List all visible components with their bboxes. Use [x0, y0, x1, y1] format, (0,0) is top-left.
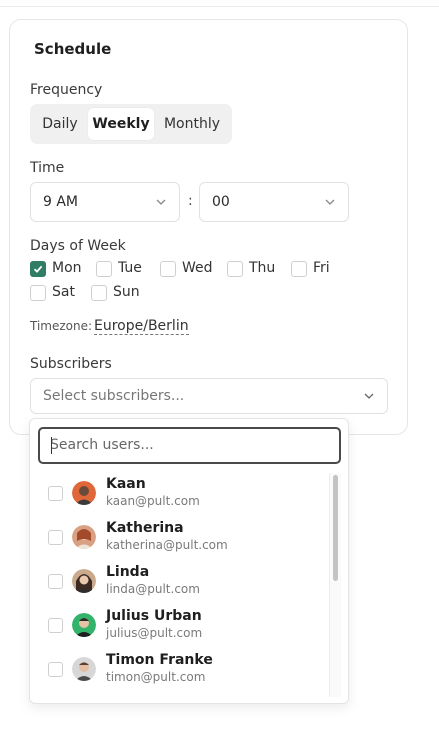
timezone-value-link[interactable]: Europe/Berlin — [94, 318, 189, 335]
user-email: julius@pult.com — [106, 626, 203, 640]
avatar — [72, 525, 96, 549]
day-label: Wed — [182, 260, 213, 276]
user-option-julius-urban[interactable]: Julius Urban julius@pult.com — [30, 603, 330, 647]
user-option-kaan[interactable]: Kaan kaan@pult.com — [30, 471, 330, 515]
checkbox[interactable] — [96, 261, 112, 277]
frequency-option-monthly[interactable]: Monthly — [156, 108, 228, 140]
days-label: Days of Week — [30, 238, 126, 254]
day-label: Sun — [113, 284, 140, 300]
checkbox[interactable] — [160, 261, 176, 277]
checkbox[interactable] — [30, 285, 46, 301]
time-separator: : — [188, 193, 193, 209]
avatar — [72, 613, 96, 637]
top-divider — [0, 6, 439, 7]
chevron-down-icon — [364, 393, 374, 399]
subscribers-dropdown: Kaan kaan@pult.com Katherina katherina@p… — [29, 418, 349, 704]
scrollbar[interactable] — [329, 473, 341, 697]
frequency-option-daily[interactable]: Daily — [34, 108, 86, 140]
user-option-katherina[interactable]: Katherina katherina@pult.com — [30, 515, 330, 559]
check-icon — [33, 265, 43, 273]
frequency-segmented-control: Daily Weekly Monthly — [30, 104, 232, 144]
subscribers-label: Subscribers — [30, 356, 112, 372]
day-label: Fri — [313, 260, 330, 276]
chevron-down-icon — [325, 199, 335, 205]
scrollbar-thumb[interactable] — [333, 475, 338, 581]
user-name: Katherina — [106, 520, 184, 536]
schedule-card: Schedule Frequency Daily Weekly Monthly … — [9, 19, 408, 435]
chevron-down-icon — [156, 199, 166, 205]
subscribers-select[interactable]: Select subscribers... — [30, 378, 388, 414]
user-name: Timon Franke — [106, 652, 213, 668]
checkbox[interactable] — [48, 662, 63, 677]
user-name: Kaan — [106, 476, 146, 492]
timezone-label: Timezone: — [30, 319, 93, 333]
subscribers-placeholder: Select subscribers... — [43, 388, 185, 404]
checkbox[interactable] — [48, 618, 63, 633]
user-name: Linda — [106, 564, 150, 580]
frequency-option-weekly[interactable]: Weekly — [88, 108, 154, 140]
day-label: Tue — [118, 260, 142, 276]
user-option-linda[interactable]: Linda linda@pult.com — [30, 559, 330, 603]
user-name: Julius Urban — [106, 608, 202, 624]
day-label: Thu — [249, 260, 276, 276]
user-email: katherina@pult.com — [106, 538, 228, 552]
minute-select-value: 00 — [212, 194, 230, 210]
user-email: timon@pult.com — [106, 670, 206, 684]
minute-select[interactable]: 00 — [199, 182, 349, 222]
checkbox[interactable] — [91, 285, 107, 301]
search-box[interactable] — [38, 427, 341, 464]
hour-select-value: 9 AM — [43, 194, 79, 210]
frequency-label: Frequency — [30, 82, 103, 98]
user-email: kaan@pult.com — [106, 494, 200, 508]
checkbox-checked[interactable] — [30, 261, 46, 277]
text-cursor — [51, 437, 52, 454]
checkbox[interactable] — [48, 530, 63, 545]
user-list: Kaan kaan@pult.com Katherina katherina@p… — [30, 471, 330, 701]
avatar — [72, 569, 96, 593]
card-title: Schedule — [34, 40, 112, 58]
day-label: Mon — [52, 260, 82, 276]
day-label: Sat — [52, 284, 75, 300]
checkbox[interactable] — [48, 486, 63, 501]
avatar — [72, 481, 96, 505]
hour-select[interactable]: 9 AM — [30, 182, 180, 222]
search-users-input[interactable] — [50, 437, 320, 453]
user-option-timon-franke[interactable]: Timon Franke timon@pult.com — [30, 647, 330, 691]
checkbox[interactable] — [227, 261, 243, 277]
avatar — [72, 657, 96, 681]
checkbox[interactable] — [291, 261, 307, 277]
user-email: linda@pult.com — [106, 582, 200, 596]
checkbox[interactable] — [48, 574, 63, 589]
time-label: Time — [30, 160, 65, 176]
